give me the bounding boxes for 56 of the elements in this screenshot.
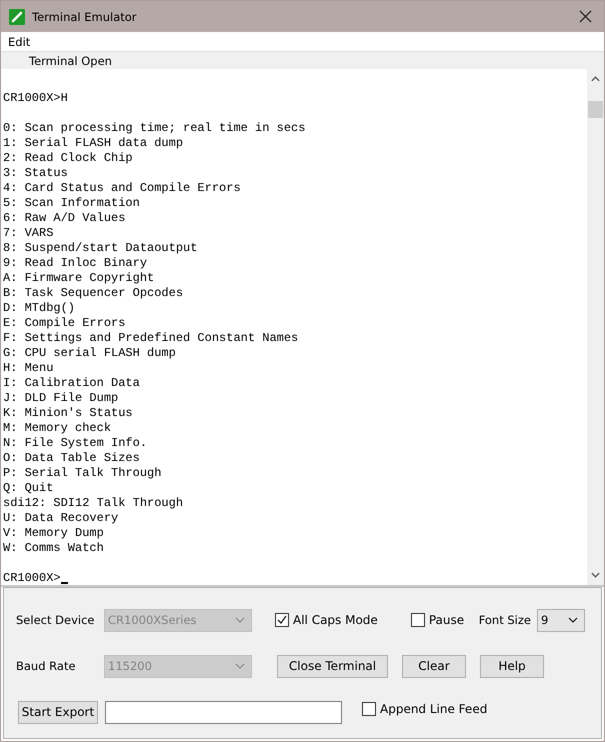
terminal-line: 4: Card Status and Compile Errors [3,181,241,196]
terminal-line: K: Minion's Status [3,406,133,421]
terminal-line: J: DLD File Dump [3,391,118,406]
action-button[interactable]: Close Terminal [277,654,388,678]
terminal-line: 6: Raw A/D Values [3,211,126,226]
terminal-line: P: Serial Talk Through [3,466,162,481]
action-button[interactable]: Help [480,654,544,678]
status-text: Terminal Open [29,54,112,68]
scroll-up-icon[interactable] [591,76,600,82]
terminal-line: 5: Scan Information [3,196,140,211]
terminal-line: D: MTdbg() [3,301,76,316]
terminal-line: 8: Suspend/start Dataoutput [3,241,198,256]
font-size-dropdown[interactable]: 9 [537,608,585,632]
append-line-feed-checkbox[interactable]: Append Line Feed [362,702,488,716]
close-icon[interactable] [579,10,592,23]
terminal-line: 9: Read Inloc Binary [3,256,148,271]
terminal-line: M: Memory check [3,421,112,436]
menu-item[interactable]: Edit [8,34,30,48]
terminal-line: Q: Quit [3,481,54,496]
window-title: Terminal Emulator [32,10,137,24]
terminal-line: CR1000X> [3,571,61,586]
field-label: Select Device [16,613,96,627]
scroll-down-icon[interactable] [591,572,600,578]
terminal-line: F: Settings and Predefined Constant Names [3,331,298,346]
terminal-line: 0: Scan processing time; real time in secs [3,121,306,136]
scroll-thumb[interactable] [588,101,603,118]
terminal-line: B: Task Sequencer Opcodes [3,286,184,301]
terminal-line: N: File System Info. [3,436,148,451]
scrollbar[interactable] [587,69,604,585]
terminal-line: V: Memory Dump [3,526,104,541]
terminal-line: I: Calibration Data [3,376,140,391]
pause-checkbox[interactable]: Pause [410,613,464,627]
start-export-button[interactable]: Start Export [18,700,98,724]
check-icon [276,614,288,626]
field-label: Font Size [478,613,531,627]
terminal-line: W: Comms Watch [3,541,104,556]
chevron-down-icon [568,617,578,623]
export-path-field[interactable] [105,700,342,724]
terminal-line: CR1000X>H [3,91,68,106]
action-button[interactable]: Clear [402,654,466,678]
terminal-line: O: Data Table Sizes [3,451,140,466]
terminal-line: E: Compile Errors [3,316,126,331]
app-icon [9,8,25,24]
terminal-line: 3: Status [3,166,68,181]
chevron-down-icon [235,617,245,623]
terminal-line: U: Data Recovery [3,511,118,526]
terminal-line: 7: VARS [3,226,54,241]
terminal-line: A: Firmware Copyright [3,271,154,286]
terminal-line: G: CPU serial FLASH dump [3,346,176,361]
terminal-line: 1: Serial FLASH data dump [3,136,184,151]
chevron-down-icon [235,663,245,669]
all-caps-checkbox[interactable]: All Caps Mode [275,613,378,627]
field-label: Baud Rate [16,659,77,673]
terminal-line: H: Menu [3,361,54,376]
terminal-line: 2: Read Clock Chip [3,151,133,166]
terminal-line: sdi12: SDI12 Talk Through [3,496,184,511]
